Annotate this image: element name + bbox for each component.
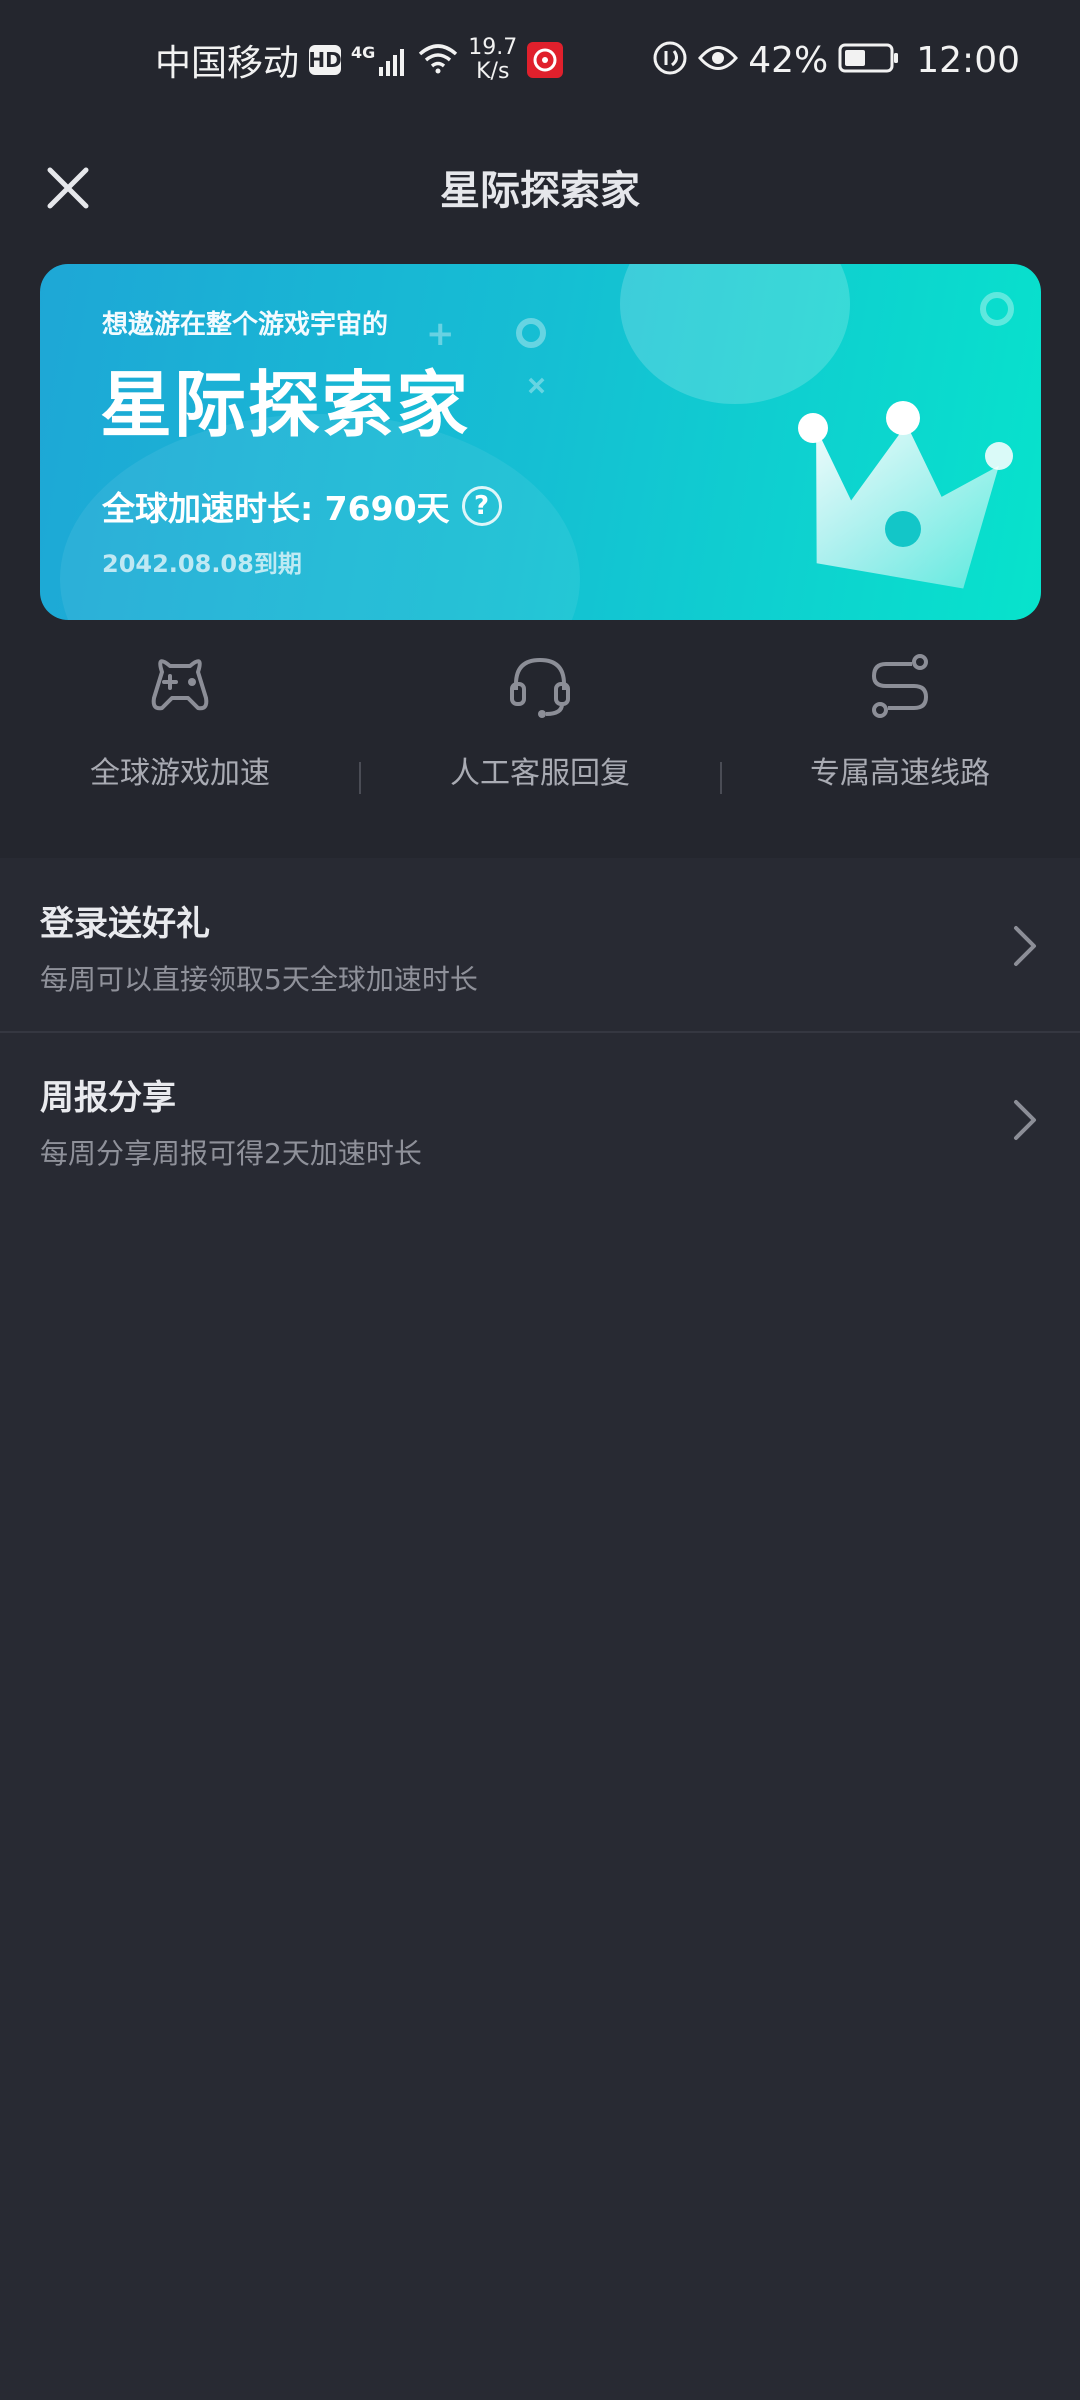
banner-title: 星际探索家	[100, 363, 471, 447]
network-type: 4G	[351, 43, 376, 62]
headset-icon	[510, 657, 570, 718]
ring-decoration-icon	[516, 318, 546, 348]
feature-label: 专属高速线路	[810, 756, 990, 791]
banner-subtitle: 想遨游在整个游戏宇宙的	[102, 310, 389, 340]
list-item-desc: 每周分享周报可得2天加速时长	[40, 1137, 422, 1170]
status-right: 42% 12:00	[652, 30, 1020, 90]
page-title: 星际探索家	[440, 168, 640, 214]
chevron-right-icon	[1014, 926, 1036, 966]
list-divider	[0, 1031, 1080, 1033]
feature-dedicated-route: 专属高速线路	[750, 650, 1050, 792]
eye-comfort-icon	[698, 43, 739, 77]
acceleration-duration: 全球加速时长: 7690天 ?	[102, 482, 502, 530]
ring-decoration-icon	[980, 292, 1014, 326]
wifi-icon	[418, 42, 458, 78]
app-header: 星际探索家	[0, 120, 1080, 250]
feature-list: 全球游戏加速 人工客服回复 专属高速线路	[0, 650, 1080, 810]
clock: 12:00	[916, 39, 1020, 81]
duration-label: 全球加速时长: 7690天	[102, 489, 450, 528]
feature-divider	[359, 762, 361, 794]
cellular-signal-icon: 4G	[351, 43, 408, 77]
plus-decoration-icon: +	[515, 364, 558, 407]
battery-icon	[838, 42, 900, 78]
list-item-title: 周报分享	[40, 1078, 176, 1118]
expiry-date: 2042.08.08到期	[102, 550, 302, 578]
banner-decoration	[620, 264, 850, 404]
feature-label: 全球游戏加速	[90, 756, 270, 791]
route-icon	[871, 654, 929, 718]
data-saver-icon	[652, 40, 688, 80]
app-notification-icon	[527, 42, 564, 78]
battery-percent: 42%	[748, 39, 829, 81]
speed-value: 19.7	[468, 35, 518, 60]
list-item-title: 登录送好礼	[40, 904, 210, 944]
list-item-weekly-report[interactable]: 周报分享 每周分享周报可得2天加速时长	[0, 1034, 1080, 1206]
feature-divider	[720, 762, 722, 794]
gamepad-icon	[151, 659, 209, 711]
status-bar: 中国移动 HD 4G 19.7 K/s 42% 12:00	[0, 0, 1080, 120]
feature-customer-service: 人工客服回复	[390, 650, 690, 792]
list-item-login-gift[interactable]: 登录送好礼 每周可以直接领取5天全球加速时长	[0, 860, 1080, 1032]
membership-banner: + + 想遨游在整个游戏宇宙的 星际探索家 全球加速时长: 7690天 ? 20…	[40, 264, 1041, 620]
list-item-desc: 每周可以直接领取5天全球加速时长	[40, 963, 478, 996]
crown-icon	[798, 401, 1013, 589]
feature-label: 人工客服回复	[450, 756, 630, 791]
hd-badge: HD	[308, 45, 342, 75]
network-speed: 19.7 K/s	[468, 36, 517, 84]
status-left: 中国移动 HD 4G 19.7 K/s	[155, 30, 564, 90]
question-icon[interactable]: ?	[461, 486, 502, 526]
feature-game-acceleration: 全球游戏加速	[30, 650, 330, 792]
speed-unit: K/s	[476, 59, 510, 84]
carrier-name: 中国移动	[155, 43, 300, 84]
chevron-right-icon	[1014, 1100, 1036, 1140]
